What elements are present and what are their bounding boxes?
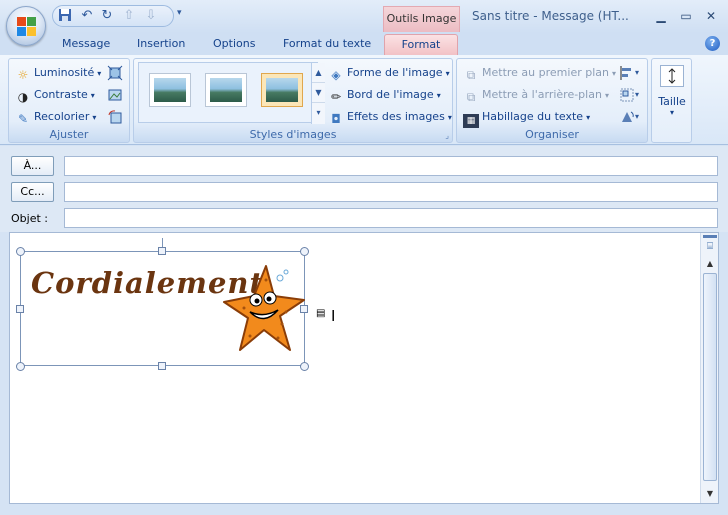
ribbon: ☼ Luminosité ▾ ◑ Contraste ▾ ✎ Recolorier ▾ Aj… (0, 55, 728, 145)
arriere-plan-button[interactable]: ⧉ Mettre à l'arrière-plan ▾ (463, 86, 609, 104)
group-caret-icon[interactable]: ▾ (635, 90, 639, 99)
pencil-border-icon: ✏ (330, 90, 342, 104)
starfish-icon (220, 262, 306, 356)
align-icon[interactable] (619, 65, 635, 81)
resize-handle-se[interactable] (300, 362, 309, 371)
vertical-scrollbar[interactable]: ⌸ ▲ ▼ (700, 233, 718, 503)
taille-button[interactable]: Taille ▾ (656, 63, 688, 123)
tab-format-du-texte[interactable]: Format du texte (283, 34, 373, 55)
text-wrap-icon: ▦ (463, 114, 479, 128)
scroll-down-icon[interactable]: ▼ (703, 487, 717, 501)
tab-insertion[interactable]: Insertion (137, 34, 197, 55)
taille-caret-icon: ▾ (669, 108, 674, 117)
resize-handle-w[interactable] (16, 305, 24, 313)
gallery-more-icon[interactable]: ▾ (312, 103, 325, 123)
cc-field[interactable] (64, 182, 718, 202)
reset-picture-icon[interactable] (107, 109, 123, 125)
effets-images-button[interactable]: ◘ Effets des images ▾ (328, 108, 452, 126)
scroll-up-icon[interactable]: ▲ (703, 257, 717, 271)
close-icon[interactable]: ✕ (700, 6, 722, 26)
scroll-thumb[interactable] (703, 273, 717, 481)
picture-style-1[interactable] (149, 73, 191, 107)
minimize-icon[interactable]: ▁ (650, 6, 672, 26)
resize-handle-ne[interactable] (300, 247, 309, 256)
ribbon-tabs: Message Insertion Options Format du text… (0, 33, 728, 55)
quick-access-toolbar: ↶ ↻ ⇧ ⇩ (52, 5, 174, 27)
group-organiser: ⧉ Mettre au premier plan ▾ ⧉ Mettre à l'arr… (456, 58, 648, 143)
group-label-styles: Styles d'images (249, 128, 337, 141)
picture-styles-gallery[interactable]: ▲ ▼ ▾ (138, 62, 325, 124)
group-ajuster: ☼ Luminosité ▾ ◑ Contraste ▾ ✎ Recolorier ▾ Aj… (8, 58, 130, 143)
recolorier-button[interactable]: ✎ Recolorier ▾ (15, 108, 96, 126)
tab-message[interactable]: Message (62, 34, 112, 55)
group-label-organiser: Organiser (525, 128, 579, 141)
contrast-icon: ◑ (17, 90, 29, 104)
to-button[interactable]: À... (11, 156, 54, 176)
luminosite-button[interactable]: ☼ Luminosité ▾ (15, 64, 102, 82)
split-bar[interactable] (703, 235, 717, 238)
title-bar: ↶ ↻ ⇧ ⇩ ▾ Outils Image Sans titre - Mess… (0, 0, 728, 33)
cc-button[interactable]: Cc... (11, 182, 54, 202)
shape-icon: ◈ (331, 68, 341, 82)
ruler-toggle-icon[interactable]: ⌸ (703, 241, 717, 253)
resize-handle-n[interactable] (158, 247, 166, 255)
picture-style-2[interactable] (205, 73, 247, 107)
message-header: À... Cc... Objet : (0, 146, 728, 232)
rotate-icon[interactable] (619, 109, 635, 125)
change-picture-icon[interactable] (107, 87, 123, 103)
gallery-down-icon[interactable]: ▼ (312, 83, 325, 103)
taille-label: Taille (658, 95, 686, 108)
forme-image-button[interactable]: ◈ Forme de l'image ▾ (328, 64, 449, 82)
layout-options-icon[interactable]: ▤ (316, 308, 325, 319)
office-button[interactable] (6, 6, 46, 46)
send-back-icon: ⧉ (466, 90, 476, 104)
save-icon[interactable] (57, 8, 73, 24)
bring-front-icon: ⧉ (466, 68, 476, 82)
recolor-icon: ✎ (17, 112, 29, 126)
down-arrow-icon[interactable]: ⇩ (143, 8, 159, 24)
gallery-up-icon[interactable]: ▲ (312, 63, 325, 83)
undo-icon[interactable]: ↶ (79, 8, 95, 24)
resize-handle-sw[interactable] (16, 362, 25, 371)
group-taille: Taille ▾ (651, 58, 692, 143)
align-caret-icon[interactable]: ▾ (635, 68, 639, 77)
crop-size-icon (660, 65, 684, 87)
to-field[interactable] (64, 156, 718, 176)
habillage-texte-button[interactable]: ▦ Habillage du texte ▾ (463, 108, 590, 128)
picture-style-3[interactable] (261, 73, 303, 107)
resize-handle-s[interactable] (158, 362, 166, 370)
bord-image-button[interactable]: ✏ Bord de l'image ▾ (328, 86, 441, 104)
rotate-caret-icon[interactable]: ▾ (635, 112, 639, 121)
text-cursor-icon: Ι (331, 307, 336, 325)
group-label-ajuster: Ajuster (49, 128, 89, 141)
window-title: Sans titre - Message (HT... (472, 9, 629, 23)
tab-options[interactable]: Options (213, 34, 263, 55)
group-styles-images: ▲ ▼ ▾ ◈ Forme de l'image ▾ ✏ Bord de l'imag… (133, 58, 453, 143)
brightness-icon: ☼ (17, 68, 29, 82)
premier-plan-button[interactable]: ⧉ Mettre au premier plan ▾ (463, 64, 616, 82)
office-logo-icon (17, 17, 37, 37)
context-tab-header: Outils Image (383, 6, 460, 32)
subject-field[interactable] (64, 208, 718, 228)
up-arrow-icon[interactable]: ⇧ (121, 8, 137, 24)
contraste-button[interactable]: ◑ Contraste ▾ (15, 86, 95, 104)
redo-icon[interactable]: ↻ (99, 8, 115, 24)
group-objects-icon[interactable] (619, 87, 635, 103)
help-icon[interactable]: ? (705, 36, 720, 51)
compress-pictures-icon[interactable] (107, 65, 123, 81)
subject-label: Objet : (11, 212, 48, 225)
gallery-scroll[interactable]: ▲ ▼ ▾ (311, 63, 325, 124)
resize-handle-nw[interactable] (16, 247, 25, 256)
tab-format[interactable]: Format (384, 34, 458, 55)
maximize-icon[interactable]: ▭ (675, 6, 697, 26)
customize-qat-icon[interactable]: ▾ (177, 8, 182, 18)
effects-icon: ◘ (331, 112, 341, 126)
